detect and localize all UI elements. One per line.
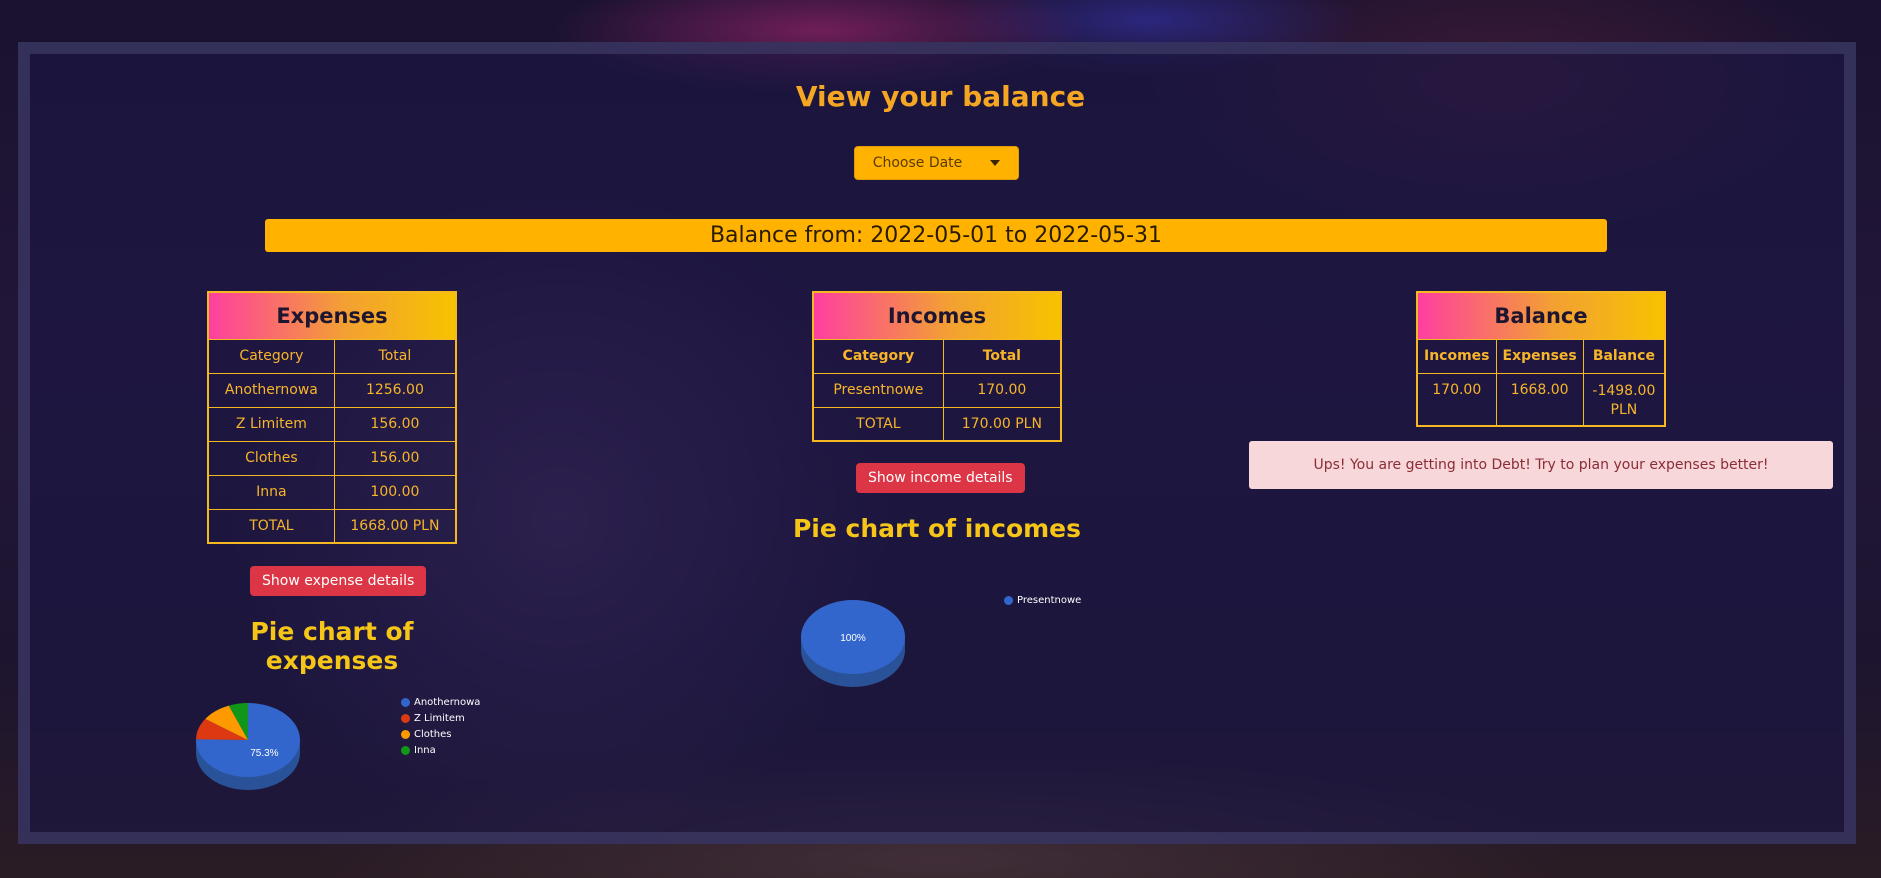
total-cell: 100.00 bbox=[333, 474, 457, 510]
balance-heading: Balance bbox=[1416, 291, 1666, 340]
column-header: Incomes bbox=[1416, 338, 1497, 374]
table-row: Inna 100.00 bbox=[207, 474, 457, 510]
column-header: Category bbox=[207, 338, 335, 374]
table-row: 170.00 1668.00 -1498.00 PLN bbox=[1416, 372, 1666, 427]
incomes-pie-chart: 100% bbox=[801, 600, 905, 687]
show-income-details-button[interactable]: Show income details bbox=[856, 463, 1025, 493]
total-cell: 156.00 bbox=[333, 440, 457, 476]
table-row: Clothes 156.00 bbox=[207, 440, 457, 476]
legend-swatch bbox=[401, 697, 410, 707]
expenses-value: 1668.00 bbox=[1495, 372, 1584, 427]
total-cell: 1256.00 bbox=[333, 372, 457, 408]
incomes-legend: Presentnowe bbox=[1004, 592, 1081, 608]
legend-label: Clothes bbox=[414, 728, 452, 740]
category-cell: Z Limitem bbox=[207, 406, 335, 442]
table-row: Anothernowa 1256.00 bbox=[207, 372, 457, 408]
legend-swatch bbox=[401, 713, 410, 723]
column-header: Category bbox=[812, 338, 944, 374]
balance-table: Balance Incomes Expenses Balance 170.00 … bbox=[1416, 291, 1666, 427]
expenses-legend: Anothernowa Z Limitem Clothes Inna bbox=[401, 694, 480, 758]
category-cell: Clothes bbox=[207, 440, 335, 476]
pie-slice-label: 75.3% bbox=[250, 748, 278, 759]
incomes-heading: Incomes bbox=[812, 291, 1062, 340]
balance-range-banner: Balance from: 2022-05-01 to 2022-05-31 bbox=[265, 219, 1607, 252]
table-row: Presentnowe 170.00 bbox=[812, 372, 1062, 408]
legend-label: Anothernowa bbox=[414, 696, 481, 708]
pie-slice-label: 100% bbox=[840, 633, 866, 644]
expenses-chart-title: Pie chart of expenses bbox=[250, 617, 414, 675]
choose-date-dropdown[interactable]: Choose Date bbox=[854, 146, 1019, 180]
legend-item: Presentnowe bbox=[1004, 592, 1081, 608]
incomes-table: Incomes Category Total Presentnowe 170.0… bbox=[812, 291, 1062, 442]
expenses-heading: Expenses bbox=[207, 291, 457, 340]
expenses-pie-chart: 75.3% bbox=[196, 703, 300, 790]
caret-down-icon bbox=[990, 160, 1001, 166]
total-label: TOTAL bbox=[207, 508, 335, 544]
debt-alert: Ups! You are getting into Debt! Try to p… bbox=[1249, 441, 1833, 489]
total-value: 1668.00 PLN bbox=[333, 508, 457, 544]
legend-swatch bbox=[401, 729, 410, 739]
page-title: View your balance bbox=[795, 80, 1086, 113]
legend-item: Clothes bbox=[401, 726, 480, 742]
column-header: Balance bbox=[1582, 338, 1666, 374]
total-label: TOTAL bbox=[812, 406, 944, 442]
expenses-table: Expenses Category Total Anothernowa 1256… bbox=[207, 291, 457, 544]
category-cell: Anothernowa bbox=[207, 372, 335, 408]
category-cell: Presentnowe bbox=[812, 372, 944, 408]
balance-value: -1498.00 PLN bbox=[1582, 372, 1666, 427]
category-cell: Inna bbox=[207, 474, 335, 510]
column-header: Expenses bbox=[1495, 338, 1584, 374]
total-row: TOTAL 170.00 PLN bbox=[812, 406, 1062, 442]
total-cell: 170.00 bbox=[942, 372, 1062, 408]
legend-item: Z Limitem bbox=[401, 710, 480, 726]
total-cell: 156.00 bbox=[333, 406, 457, 442]
choose-date-label: Choose Date bbox=[872, 155, 963, 171]
legend-item: Anothernowa bbox=[401, 694, 480, 710]
table-row: Z Limitem 156.00 bbox=[207, 406, 457, 442]
legend-label: Z Limitem bbox=[414, 712, 465, 724]
incomes-chart-title: Pie chart of incomes bbox=[792, 514, 1082, 543]
total-row: TOTAL 1668.00 PLN bbox=[207, 508, 457, 544]
legend-swatch bbox=[401, 745, 410, 755]
incomes-value: 170.00 bbox=[1416, 372, 1497, 427]
show-expense-details-button[interactable]: Show expense details bbox=[250, 566, 427, 596]
legend-label: Inna bbox=[414, 744, 436, 756]
legend-item: Inna bbox=[401, 742, 480, 758]
column-header: Total bbox=[942, 338, 1062, 374]
legend-label: Presentnowe bbox=[1017, 594, 1082, 606]
total-value: 170.00 PLN bbox=[942, 406, 1062, 442]
column-header: Total bbox=[333, 338, 457, 374]
legend-swatch bbox=[1004, 595, 1013, 605]
